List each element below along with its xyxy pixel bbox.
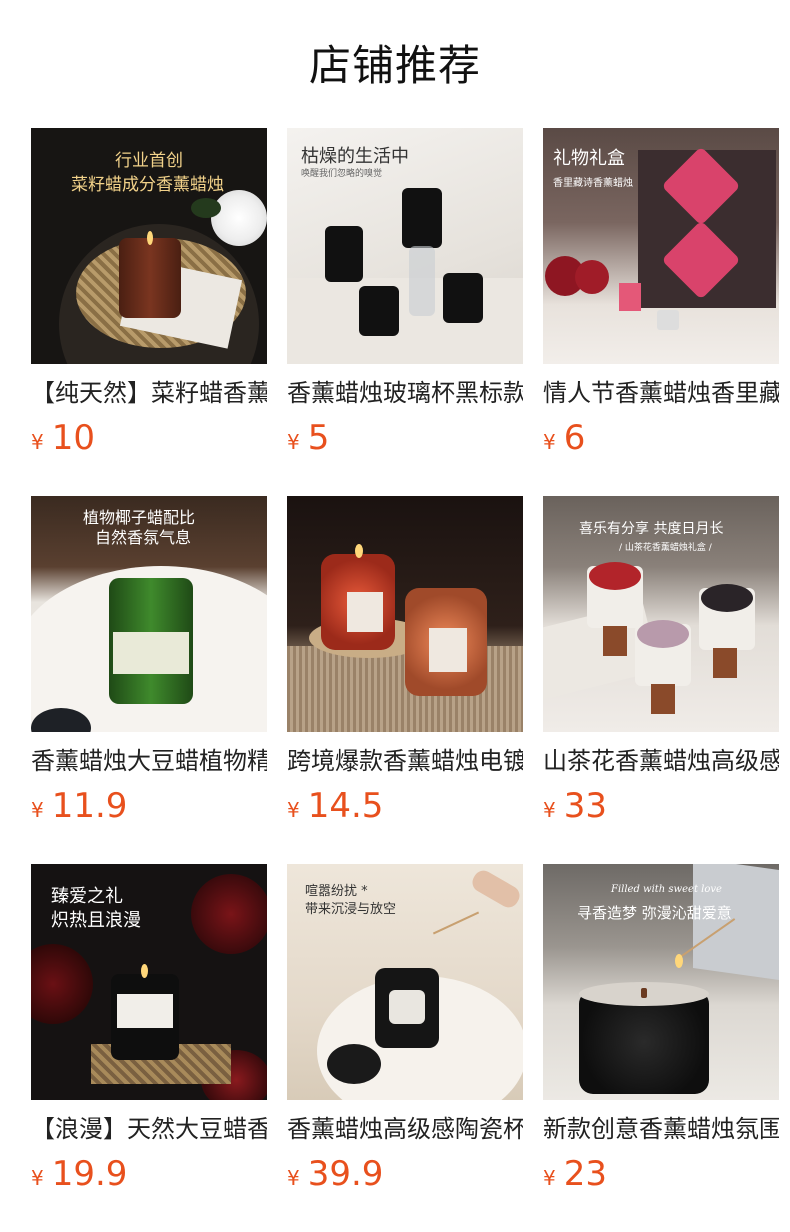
overlay-text: Filled with sweet love xyxy=(611,884,722,895)
overlay-text: 香里藏诗香薰蜡烛 xyxy=(553,178,633,189)
currency-symbol: ¥ xyxy=(287,798,300,822)
product-name[interactable]: 新款创意香薰蜡烛氛围感 xyxy=(543,1112,779,1146)
overlay-text: 礼物礼盒 xyxy=(553,148,625,169)
price-value: 5 xyxy=(307,418,330,458)
overlay-text: 带来沉浸与放空 xyxy=(305,902,397,917)
product-image[interactable]: 枯燥的生活中 唤醒我们忽略的嗅觉 xyxy=(287,128,523,364)
product-grid: 行业首创 菜籽蜡成分香薰蜡烛 【纯天然】菜籽蜡香薰蜡烛 ¥ 10 枯燥的生活中 … xyxy=(0,0,790,1232)
product-image[interactable]: 臻爱之礼 炽热且浪漫 xyxy=(31,864,267,1100)
product-card[interactable]: 行业首创 菜籽蜡成分香薰蜡烛 【纯天然】菜籽蜡香薰蜡烛 ¥ 10 xyxy=(31,128,267,458)
product-card[interactable]: 植物椰子蜡配比 自然香氛气息 香薰蜡烛大豆蜡植物精油 ¥ 11.9 xyxy=(31,496,267,826)
price-value: 14.5 xyxy=(307,786,384,826)
overlay-text: 臻爱之礼 xyxy=(51,886,123,907)
product-price: ¥ 33 xyxy=(543,786,607,826)
overlay-text: 喜乐有分享 共度日月长 xyxy=(579,521,724,537)
product-name[interactable]: 【浪漫】天然大豆蜡香薰蜡烛 xyxy=(31,1112,267,1146)
product-price: ¥ 5 xyxy=(287,418,329,458)
product-image[interactable]: 喧嚣纷扰 * 带来沉浸与放空 xyxy=(287,864,523,1100)
product-name[interactable]: 香薰蜡烛玻璃杯黑标款 xyxy=(287,376,523,410)
product-card[interactable]: 喜乐有分享 共度日月长 / 山茶花香薰蜡烛礼盒 / 山茶花香薰蜡烛高级感礼盒 ¥… xyxy=(543,496,779,826)
currency-symbol: ¥ xyxy=(543,1166,556,1190)
product-card[interactable]: 礼物礼盒 香里藏诗香薰蜡烛 情人节香薰蜡烛香里藏诗礼盒 ¥ 6 xyxy=(543,128,779,458)
currency-symbol: ¥ xyxy=(287,430,300,454)
currency-symbol: ¥ xyxy=(31,430,44,454)
overlay-text: 喧嚣纷扰 * xyxy=(305,884,368,899)
product-image[interactable]: 礼物礼盒 香里藏诗香薰蜡烛 xyxy=(543,128,779,364)
product-card[interactable]: Filled with sweet love 寻香造梦 弥漫沁甜爱意 新款创意香… xyxy=(543,864,779,1194)
product-name[interactable]: 山茶花香薰蜡烛高级感礼盒 xyxy=(543,744,779,778)
product-name[interactable]: 香薰蜡烛高级感陶瓷杯 xyxy=(287,1112,523,1146)
product-name[interactable]: 跨境爆款香薰蜡烛电镀玻璃 xyxy=(287,744,523,778)
product-card[interactable]: 枯燥的生活中 唤醒我们忽略的嗅觉 香薰蜡烛玻璃杯黑标款 ¥ 5 xyxy=(287,128,523,458)
price-value: 23 xyxy=(563,1154,607,1194)
product-card[interactable]: 喧嚣纷扰 * 带来沉浸与放空 香薰蜡烛高级感陶瓷杯 ¥ 39.9 xyxy=(287,864,523,1194)
product-price: ¥ 14.5 xyxy=(287,786,383,826)
currency-symbol: ¥ xyxy=(287,1166,300,1190)
product-name[interactable]: 情人节香薰蜡烛香里藏诗礼盒 xyxy=(543,376,779,410)
product-name[interactable]: 【纯天然】菜籽蜡香薰蜡烛 xyxy=(31,376,267,410)
currency-symbol: ¥ xyxy=(543,430,556,454)
price-value: 6 xyxy=(563,418,586,458)
price-value: 19.9 xyxy=(51,1154,128,1194)
product-price: ¥ 11.9 xyxy=(31,786,127,826)
currency-symbol: ¥ xyxy=(31,1166,44,1190)
overlay-text: 行业首创 xyxy=(115,151,183,171)
product-price: ¥ 19.9 xyxy=(31,1154,127,1194)
price-value: 10 xyxy=(51,418,95,458)
product-price: ¥ 10 xyxy=(31,418,95,458)
product-image[interactable]: 行业首创 菜籽蜡成分香薰蜡烛 xyxy=(31,128,267,364)
currency-symbol: ¥ xyxy=(543,798,556,822)
overlay-text: 炽热且浪漫 xyxy=(51,910,141,931)
product-card[interactable]: 跨境爆款香薰蜡烛电镀玻璃 ¥ 14.5 xyxy=(287,496,523,826)
product-image[interactable] xyxy=(287,496,523,732)
overlay-text: 寻香造梦 弥漫沁甜爱意 xyxy=(577,904,732,922)
product-image[interactable]: 植物椰子蜡配比 自然香氛气息 xyxy=(31,496,267,732)
price-value: 33 xyxy=(563,786,607,826)
product-name[interactable]: 香薰蜡烛大豆蜡植物精油 xyxy=(31,744,267,778)
overlay-text: / 山茶花香薰蜡烛礼盒 / xyxy=(619,543,712,553)
product-image[interactable]: 喜乐有分享 共度日月长 / 山茶花香薰蜡烛礼盒 / xyxy=(543,496,779,732)
overlay-text: 菜籽蜡成分香薰蜡烛 xyxy=(71,175,224,195)
overlay-text: 枯燥的生活中 xyxy=(301,146,409,167)
overlay-text: 唤醒我们忽略的嗅觉 xyxy=(301,169,383,179)
product-card[interactable]: 臻爱之礼 炽热且浪漫 【浪漫】天然大豆蜡香薰蜡烛 ¥ 19.9 xyxy=(31,864,267,1194)
price-value: 39.9 xyxy=(307,1154,384,1194)
product-price: ¥ 6 xyxy=(543,418,585,458)
price-value: 11.9 xyxy=(51,786,128,826)
product-price: ¥ 39.9 xyxy=(287,1154,383,1194)
product-price: ¥ 23 xyxy=(543,1154,607,1194)
overlay-text: 自然香氛气息 xyxy=(95,528,192,547)
product-image[interactable]: Filled with sweet love 寻香造梦 弥漫沁甜爱意 xyxy=(543,864,779,1100)
currency-symbol: ¥ xyxy=(31,798,44,822)
